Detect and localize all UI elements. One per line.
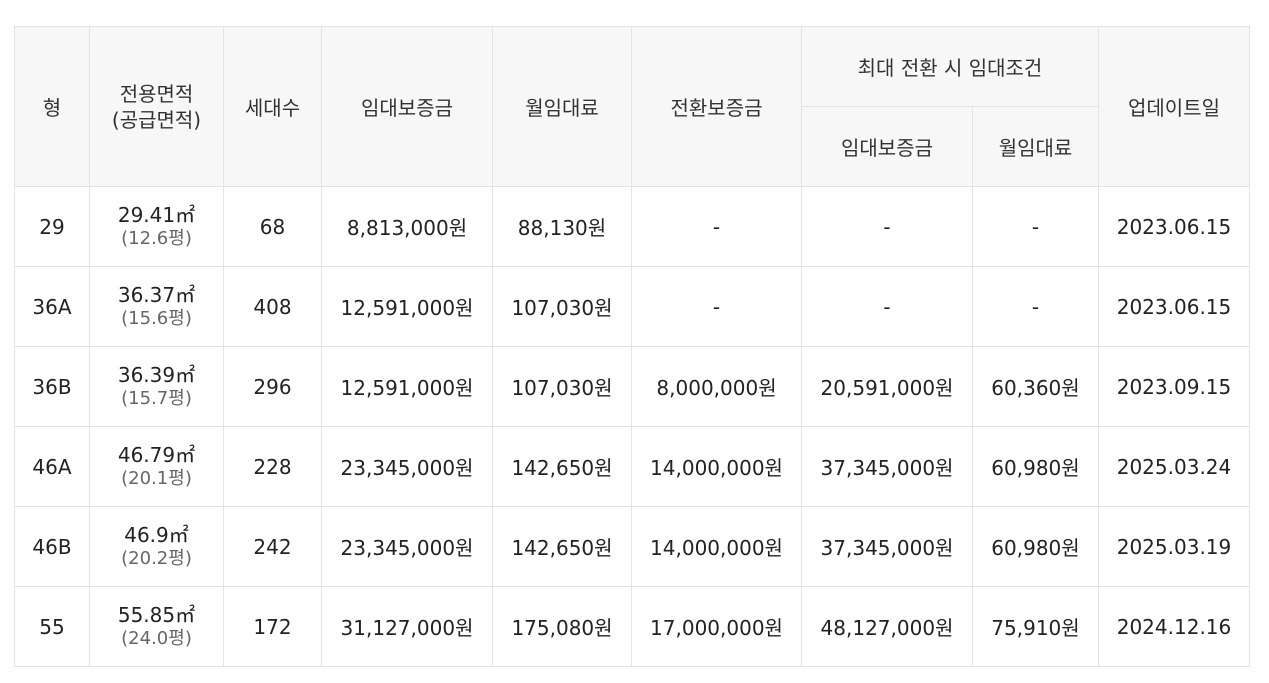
cell-max-monthly-rent: 75,910원 bbox=[972, 586, 1099, 667]
cell-area-supply: (20.2평) bbox=[121, 547, 192, 569]
cell-max-deposit: - bbox=[801, 186, 973, 267]
cell-max-deposit: 37,345,000원 bbox=[801, 506, 973, 587]
cell-conversion-deposit: 14,000,000원 bbox=[631, 426, 802, 507]
cell-area-supply: (15.6평) bbox=[121, 307, 192, 329]
cell-type: 36A bbox=[14, 266, 90, 347]
cell-area-supply: (15.7평) bbox=[121, 387, 192, 409]
cell-deposit: 12,591,000원 bbox=[321, 266, 493, 347]
cell-area-exclusive: 29.41㎡ bbox=[117, 202, 196, 227]
cell-area-exclusive: 46.79㎡ bbox=[117, 442, 196, 467]
cell-deposit: 31,127,000원 bbox=[321, 586, 493, 667]
header-deposit: 임대보증금 bbox=[321, 26, 493, 187]
cell-deposit: 23,345,000원 bbox=[321, 426, 493, 507]
table-row: 46B 46.9㎡ (20.2평) 242 23,345,000원 142,650… bbox=[14, 506, 1250, 587]
cell-type: 29 bbox=[14, 186, 90, 267]
table-body: 29 29.41㎡ (12.6평) 68 8,813,000원 88,130원 -… bbox=[14, 186, 1250, 667]
cell-updated: 2025.03.19 bbox=[1098, 506, 1250, 587]
cell-conversion-deposit: - bbox=[631, 266, 802, 347]
cell-conversion-deposit: 14,000,000원 bbox=[631, 506, 802, 587]
cell-deposit: 12,591,000원 bbox=[321, 346, 493, 427]
cell-area: 36.39㎡ (15.7평) bbox=[89, 346, 224, 427]
header-max-conversion-group: 최대 전환 시 임대조건 bbox=[801, 26, 1099, 107]
cell-max-monthly-rent: 60,980원 bbox=[972, 426, 1099, 507]
cell-area-supply: (24.0평) bbox=[121, 627, 192, 649]
cell-updated: 2025.03.24 bbox=[1098, 426, 1250, 507]
cell-area: 29.41㎡ (12.6평) bbox=[89, 186, 224, 267]
table-row: 36B 36.39㎡ (15.7평) 296 12,591,000원 107,03… bbox=[14, 346, 1250, 427]
header-monthly-rent: 월임대료 bbox=[492, 26, 632, 187]
cell-max-monthly-rent: 60,360원 bbox=[972, 346, 1099, 427]
cell-max-deposit: 48,127,000원 bbox=[801, 586, 973, 667]
cell-conversion-deposit: 8,000,000원 bbox=[631, 346, 802, 427]
cell-households: 228 bbox=[223, 426, 322, 507]
header-type: 형 bbox=[14, 26, 90, 187]
cell-area: 46.9㎡ (20.2평) bbox=[89, 506, 224, 587]
header-max-deposit: 임대보증금 bbox=[801, 106, 973, 187]
cell-type: 46B bbox=[14, 506, 90, 587]
cell-max-monthly-rent: - bbox=[972, 266, 1099, 347]
table-row: 29 29.41㎡ (12.6평) 68 8,813,000원 88,130원 -… bbox=[14, 186, 1250, 267]
cell-max-monthly-rent: 60,980원 bbox=[972, 506, 1099, 587]
cell-area-exclusive: 55.85㎡ bbox=[117, 602, 196, 627]
table-row: 55 55.85㎡ (24.0평) 172 31,127,000원 175,080… bbox=[14, 586, 1250, 667]
cell-monthly-rent: 142,650원 bbox=[492, 426, 632, 507]
cell-conversion-deposit: - bbox=[631, 186, 802, 267]
cell-area: 36.37㎡ (15.6평) bbox=[89, 266, 224, 347]
cell-monthly-rent: 88,130원 bbox=[492, 186, 632, 267]
cell-max-deposit: 20,591,000원 bbox=[801, 346, 973, 427]
cell-deposit: 8,813,000원 bbox=[321, 186, 493, 267]
cell-type: 55 bbox=[14, 586, 90, 667]
cell-updated: 2023.06.15 bbox=[1098, 266, 1250, 347]
header-households: 세대수 bbox=[223, 26, 322, 187]
cell-max-monthly-rent: - bbox=[972, 186, 1099, 267]
cell-area-exclusive: 46.9㎡ bbox=[124, 522, 189, 547]
rental-conditions-table: 형 전용면적 (공급면적) 세대수 임대보증금 월임대료 전환보증금 최대 전환… bbox=[14, 26, 1250, 667]
cell-households: 296 bbox=[223, 346, 322, 427]
cell-type: 36B bbox=[14, 346, 90, 427]
cell-area: 46.79㎡ (20.1평) bbox=[89, 426, 224, 507]
cell-max-deposit: - bbox=[801, 266, 973, 347]
rental-conditions-table-container: 형 전용면적 (공급면적) 세대수 임대보증금 월임대료 전환보증금 최대 전환… bbox=[14, 26, 1250, 667]
table-row: 46A 46.79㎡ (20.1평) 228 23,345,000원 142,65… bbox=[14, 426, 1250, 507]
cell-households: 68 bbox=[223, 186, 322, 267]
header-area-exclusive: 전용면적 bbox=[119, 81, 194, 106]
cell-deposit: 23,345,000원 bbox=[321, 506, 493, 587]
cell-area-supply: (20.1평) bbox=[121, 467, 192, 489]
cell-conversion-deposit: 17,000,000원 bbox=[631, 586, 802, 667]
header-max-monthly-rent: 월임대료 bbox=[972, 106, 1099, 187]
cell-households: 172 bbox=[223, 586, 322, 667]
cell-updated: 2024.12.16 bbox=[1098, 586, 1250, 667]
cell-monthly-rent: 175,080원 bbox=[492, 586, 632, 667]
cell-area-exclusive: 36.39㎡ bbox=[117, 362, 196, 387]
cell-monthly-rent: 107,030원 bbox=[492, 346, 632, 427]
cell-area: 55.85㎡ (24.0평) bbox=[89, 586, 224, 667]
cell-updated: 2023.06.15 bbox=[1098, 186, 1250, 267]
header-conversion-deposit: 전환보증금 bbox=[631, 26, 802, 187]
cell-area-supply: (12.6평) bbox=[121, 227, 192, 249]
header-updated: 업데이트일 bbox=[1098, 26, 1250, 187]
cell-max-deposit: 37,345,000원 bbox=[801, 426, 973, 507]
table-header: 형 전용면적 (공급면적) 세대수 임대보증금 월임대료 전환보증금 최대 전환… bbox=[14, 26, 1250, 187]
header-area: 전용면적 (공급면적) bbox=[89, 26, 224, 187]
cell-monthly-rent: 142,650원 bbox=[492, 506, 632, 587]
cell-households: 408 bbox=[223, 266, 322, 347]
table-row: 36A 36.37㎡ (15.6평) 408 12,591,000원 107,03… bbox=[14, 266, 1250, 347]
cell-monthly-rent: 107,030원 bbox=[492, 266, 632, 347]
header-area-supply: (공급면적) bbox=[111, 107, 202, 132]
cell-area-exclusive: 36.37㎡ bbox=[117, 282, 196, 307]
cell-households: 242 bbox=[223, 506, 322, 587]
cell-updated: 2023.09.15 bbox=[1098, 346, 1250, 427]
cell-type: 46A bbox=[14, 426, 90, 507]
